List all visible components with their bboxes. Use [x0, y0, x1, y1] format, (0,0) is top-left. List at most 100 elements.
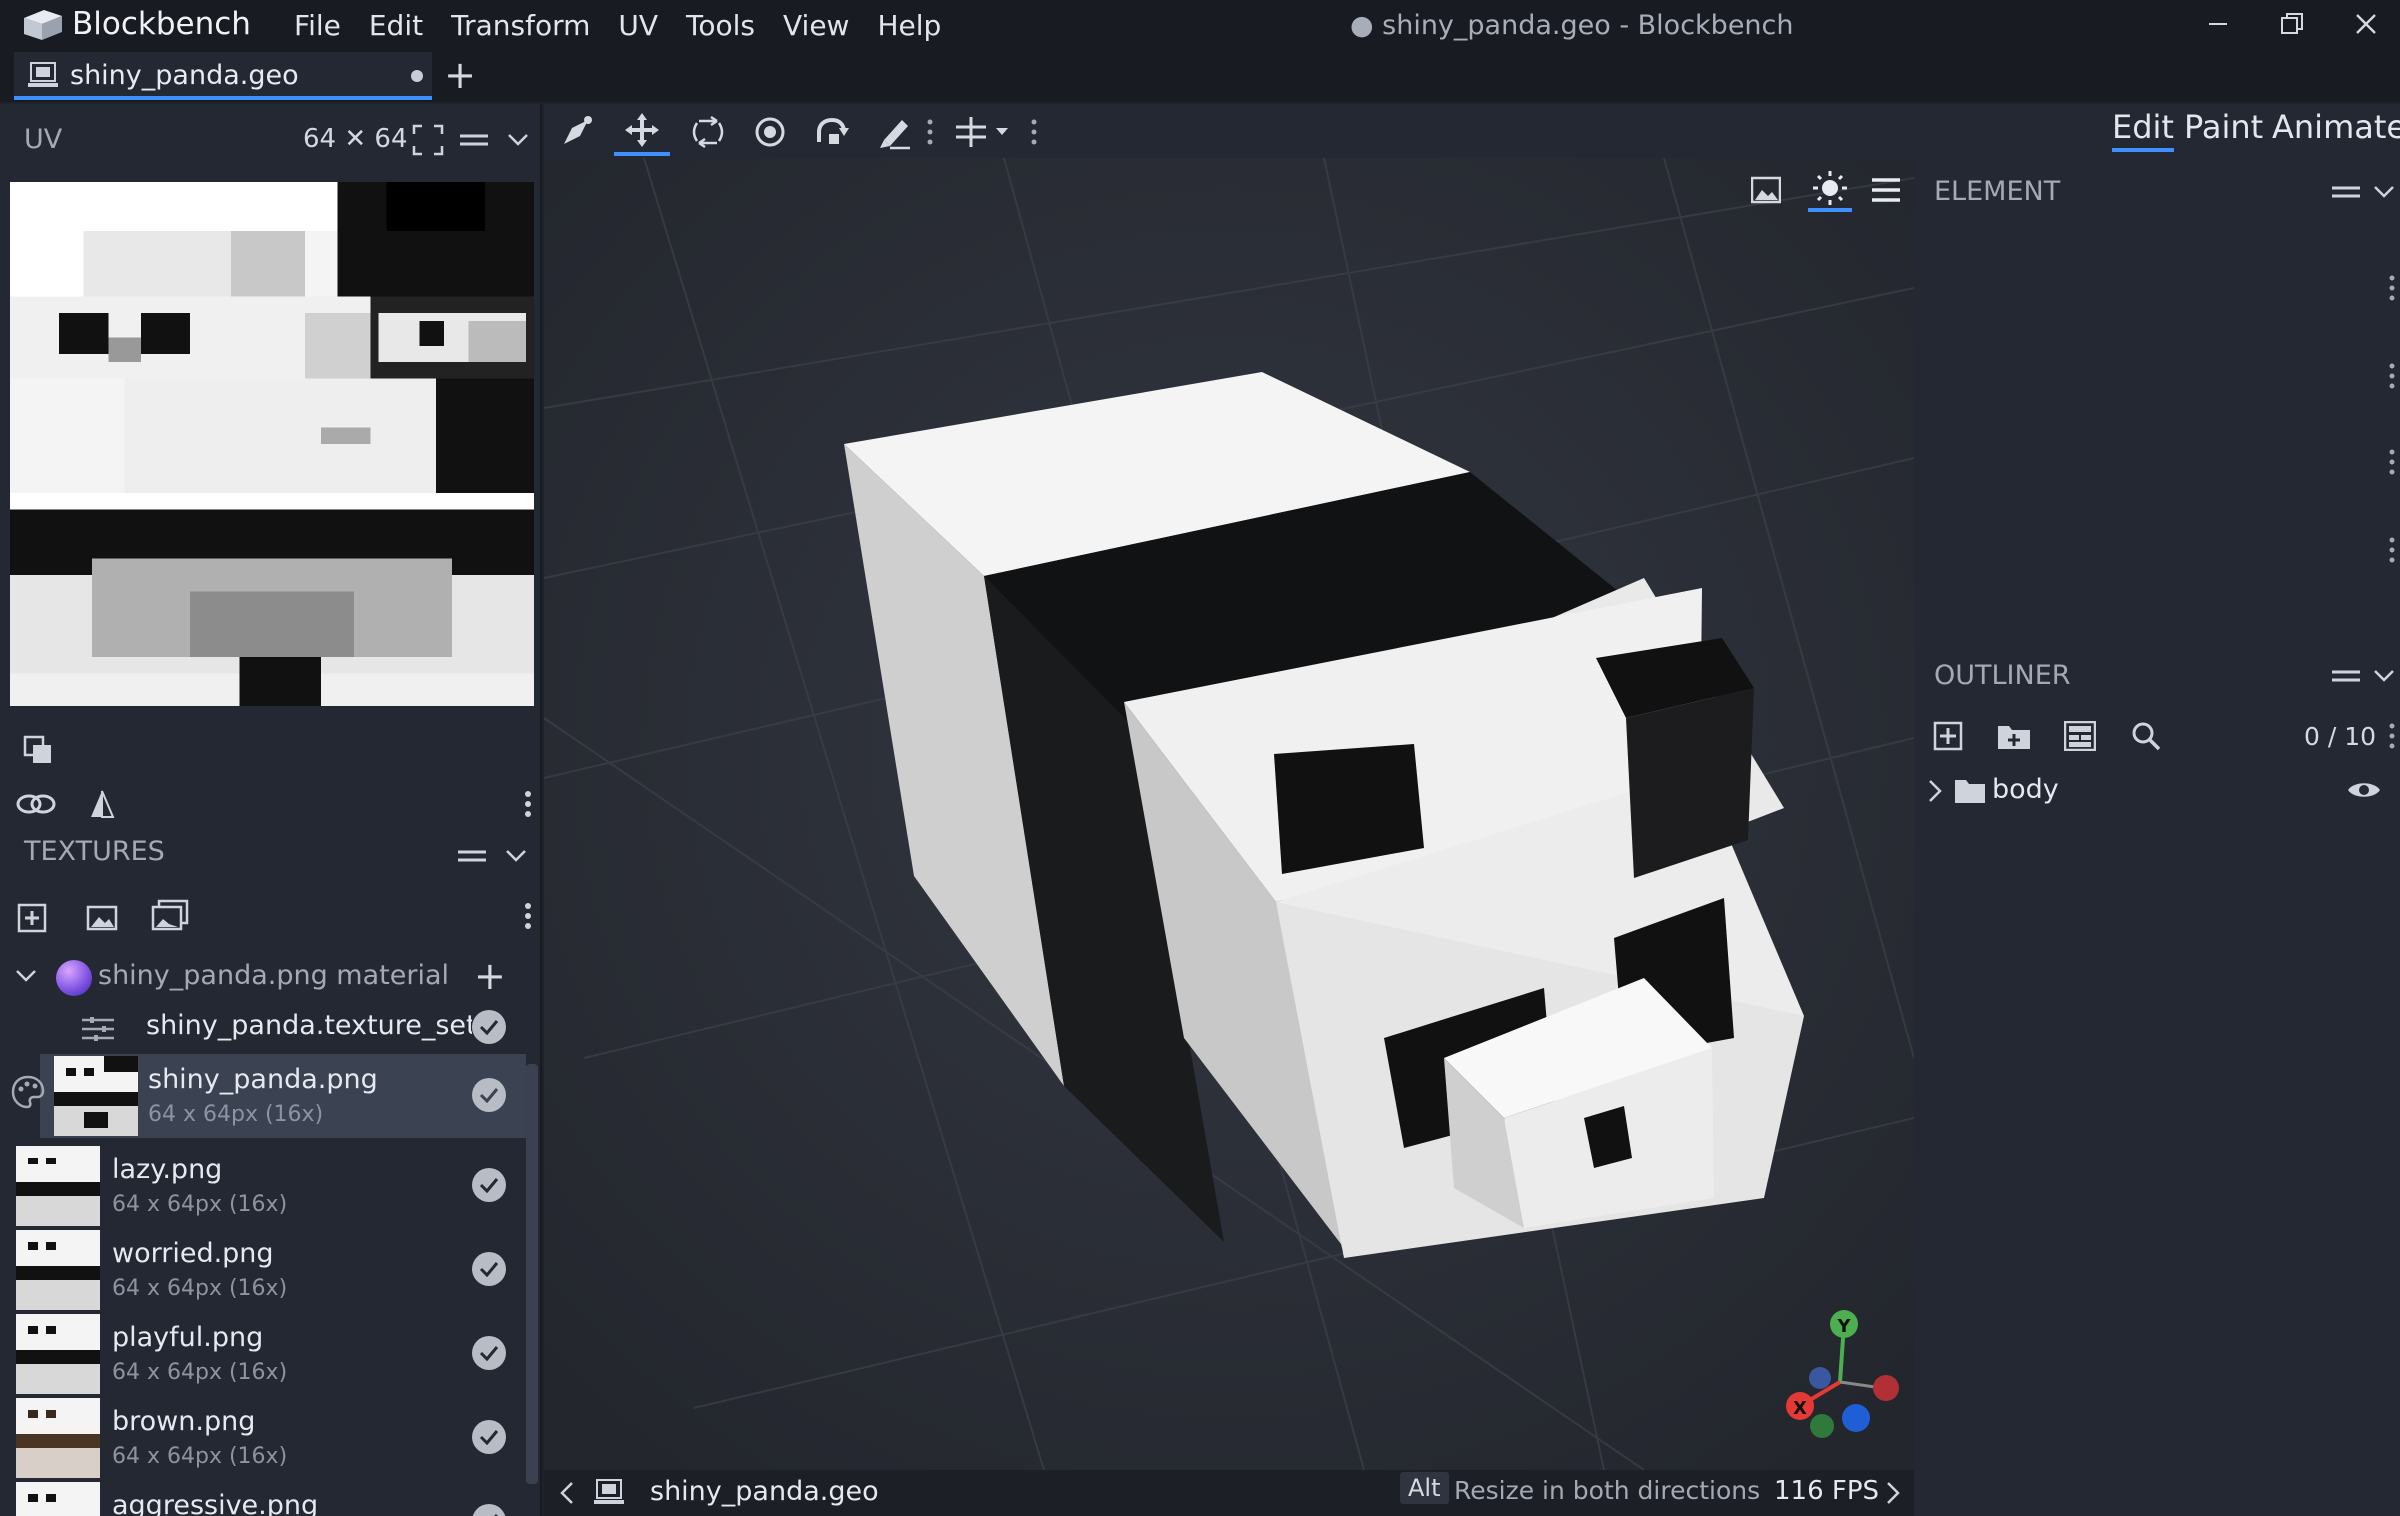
paint-palette-icon[interactable]	[10, 1074, 46, 1110]
textures-panel-header: TEXTURES	[0, 826, 542, 886]
collapse-all-icon[interactable]	[2062, 718, 2098, 754]
restore-button[interactable]	[2256, 0, 2328, 48]
axis-neg-z-handle[interactable]	[1809, 1367, 1831, 1389]
import-texture-icon[interactable]	[82, 896, 122, 936]
menu-tools[interactable]: Tools	[672, 8, 769, 44]
menu-transform[interactable]: Transform	[437, 8, 604, 44]
axis-neg-y-handle[interactable]	[1810, 1414, 1834, 1438]
folder-icon	[1955, 780, 1985, 803]
panel-menu-icon[interactable]	[454, 120, 494, 160]
more-options-icon[interactable]	[2374, 358, 2400, 394]
checkmark-icon[interactable]	[472, 1504, 506, 1516]
more-options-icon[interactable]	[920, 108, 940, 156]
model-file-icon	[28, 62, 58, 87]
lighting-icon[interactable]	[1808, 168, 1852, 212]
add-to-material-button[interactable]: +	[474, 954, 506, 998]
texture-name: brown.png	[112, 1406, 256, 1437]
panel-menu-icon[interactable]	[2328, 658, 2364, 694]
chevron-down-icon[interactable]	[498, 120, 538, 160]
checkmark-icon[interactable]	[472, 1078, 506, 1112]
more-options-icon[interactable]	[1024, 108, 1044, 156]
background-image-icon[interactable]	[1744, 168, 1788, 212]
texture-item[interactable]: worried.png 64 x 64px (16x)	[0, 1228, 526, 1312]
add-group-icon[interactable]	[1996, 718, 2032, 754]
resize-tool-icon[interactable]	[680, 108, 736, 156]
more-options-icon[interactable]	[508, 784, 548, 824]
transform-space-dropdown[interactable]	[950, 108, 1020, 156]
texture-item[interactable]: lazy.png 64 x 64px (16x)	[0, 1144, 526, 1228]
unsaved-indicator[interactable]	[411, 70, 423, 82]
checkmark-icon[interactable]	[472, 1252, 506, 1286]
menu-view[interactable]: View	[769, 8, 863, 44]
tab-bar: shiny_panda.geo +	[0, 52, 2400, 102]
search-icon[interactable]	[2128, 718, 2164, 754]
visibility-eye-icon[interactable]	[2346, 778, 2382, 802]
mirror-icon[interactable]	[82, 784, 122, 824]
move-tool-icon[interactable]	[614, 108, 670, 156]
mode-paint-tab[interactable]: Paint	[2184, 108, 2263, 146]
menu-file[interactable]: File	[280, 8, 355, 44]
checkmark-icon[interactable]	[472, 1168, 506, 1202]
texture-item[interactable]: aggressive.png	[0, 1480, 526, 1516]
mode-animate-tab[interactable]: Animate	[2272, 108, 2400, 146]
3d-viewport[interactable]: Y X	[544, 158, 1914, 1470]
fullscreen-icon[interactable]	[408, 120, 448, 160]
outliner-item[interactable]: body	[1914, 766, 2400, 816]
uv-panel-title: UV	[24, 124, 63, 155]
more-options-icon[interactable]	[2374, 444, 2400, 480]
close-window-button[interactable]	[2330, 0, 2400, 48]
menu-help[interactable]: Help	[863, 8, 955, 44]
menu-uv[interactable]: UV	[604, 8, 672, 44]
texture-list-scrollbar[interactable]	[526, 1064, 538, 1484]
rotate-tool-icon[interactable]	[804, 108, 860, 156]
axis-z-handle[interactable]	[1842, 1404, 1870, 1432]
panel-menu-icon[interactable]	[2328, 174, 2364, 210]
chevron-down-icon[interactable]	[498, 838, 534, 874]
texture-group-icon[interactable]	[150, 896, 190, 936]
uv-size-label[interactable]: 64 ✕ 64	[303, 124, 407, 154]
add-texture-icon[interactable]	[14, 896, 54, 936]
window-title: ● shiny_panda.geo - Blockbench	[1350, 10, 1794, 41]
checkmark-icon[interactable]	[472, 1420, 506, 1454]
texture-thumbnail	[54, 1056, 138, 1136]
minimize-button[interactable]	[2182, 0, 2254, 48]
copy-icon[interactable]	[18, 730, 58, 770]
uv-texture-preview[interactable]	[10, 182, 534, 706]
axis-neg-x-handle[interactable]	[1873, 1375, 1899, 1401]
model-file-icon	[594, 1479, 624, 1504]
menu-bar: File Edit Transform UV Tools View Help	[280, 8, 955, 44]
chevron-down-icon[interactable]	[2366, 174, 2400, 210]
texture-item[interactable]: brown.png 64 x 64px (16x)	[0, 1396, 526, 1480]
more-options-icon[interactable]	[2374, 270, 2400, 306]
checkmark-icon[interactable]	[472, 1010, 506, 1044]
texture-item[interactable]: shiny_panda.png 64 x 64px (16x)	[40, 1054, 526, 1138]
chevron-down-icon[interactable]	[14, 964, 38, 988]
texture-name: aggressive.png	[112, 1490, 319, 1516]
vertex-snap-icon[interactable]	[548, 108, 604, 156]
texture-item[interactable]: playful.png 64 x 64px (16x)	[0, 1312, 526, 1396]
material-row[interactable]: shiny_panda.png material +	[0, 952, 526, 1004]
chevron-right-icon[interactable]	[1884, 1480, 1902, 1506]
chevron-down-icon[interactable]	[2366, 658, 2400, 694]
panel-menu-icon[interactable]	[454, 838, 490, 874]
more-options-icon[interactable]	[508, 896, 548, 936]
paint-brush-icon[interactable]	[866, 108, 922, 156]
new-tab-button[interactable]: +	[442, 56, 478, 96]
chevron-left-icon[interactable]	[558, 1480, 576, 1506]
add-cube-icon[interactable]	[1930, 718, 1966, 754]
viewport-menu-icon[interactable]	[1864, 168, 1908, 212]
element-panel-title: ELEMENT	[1934, 176, 2061, 207]
texture-set-row[interactable]: shiny_panda.texture_set.json	[0, 1004, 526, 1052]
chevron-right-icon[interactable]	[1926, 778, 1944, 804]
more-options-icon[interactable]	[2374, 718, 2400, 754]
tab-shiny-panda[interactable]: shiny_panda.geo	[14, 52, 432, 100]
tab-label: shiny_panda.geo	[70, 60, 299, 91]
more-options-icon[interactable]	[2374, 532, 2400, 568]
menu-edit[interactable]: Edit	[355, 8, 437, 44]
pivot-tool-icon[interactable]	[742, 108, 798, 156]
link-icon[interactable]	[16, 784, 56, 824]
mode-edit-tab[interactable]: Edit	[2112, 108, 2174, 152]
checkmark-icon[interactable]	[472, 1336, 506, 1370]
texture-meta: 64 x 64px (16x)	[112, 1360, 288, 1385]
texture-meta: 64 x 64px (16x)	[112, 1276, 288, 1301]
